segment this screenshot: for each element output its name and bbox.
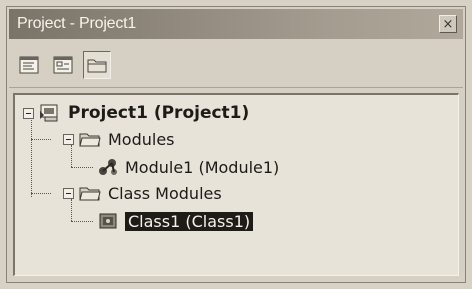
view-code-icon [19, 56, 39, 74]
title-bar[interactable]: Project - Project1 × [9, 9, 463, 39]
collapse-toggle[interactable] [63, 187, 74, 199]
toggle-folders-button[interactable] [83, 51, 111, 79]
tree-connector [31, 115, 32, 197]
tree-node-label: Class1 (Class1) [125, 211, 254, 231]
tree-node-label: Module1 (Module1) [125, 157, 280, 177]
folder-icon [87, 59, 107, 73]
tree-node-label: Modules [108, 129, 175, 149]
tree-node-class-modules[interactable]: Class Modules [63, 181, 222, 205]
close-icon: × [442, 16, 454, 32]
project-tree[interactable]: Project1 (Project1) Modules Module1 (Mod… [13, 93, 459, 276]
window-title: Project - Project1 [17, 15, 137, 32]
tree-node-modules[interactable]: Modules [63, 127, 175, 151]
view-object-icon [53, 56, 73, 74]
view-code-button[interactable] [15, 51, 43, 79]
tree-node-label: Class Modules [108, 183, 222, 203]
tree-connector [31, 139, 51, 140]
view-object-button[interactable] [49, 51, 77, 79]
module-icon [99, 159, 117, 175]
class-icon [99, 213, 117, 229]
tree-node-module1[interactable]: Module1 (Module1) [97, 155, 279, 179]
tree-connector [71, 167, 93, 168]
folder-icon [79, 187, 101, 201]
project-icon [40, 104, 58, 122]
toolbar [9, 43, 463, 88]
tree-node-project[interactable]: Project1 (Project1) [23, 101, 249, 125]
tree-node-label: Project1 (Project1) [68, 103, 250, 123]
tree-connector [71, 221, 93, 222]
project-explorer-window: Project - Project1 × Project1 (Project1)… [6, 6, 466, 283]
folder-icon [79, 133, 101, 147]
close-button[interactable]: × [439, 15, 457, 33]
tree-node-class1[interactable]: Class1 (Class1) [97, 209, 254, 233]
collapse-toggle[interactable] [63, 133, 74, 145]
tree-connector [31, 193, 51, 194]
collapse-toggle[interactable] [23, 107, 34, 119]
